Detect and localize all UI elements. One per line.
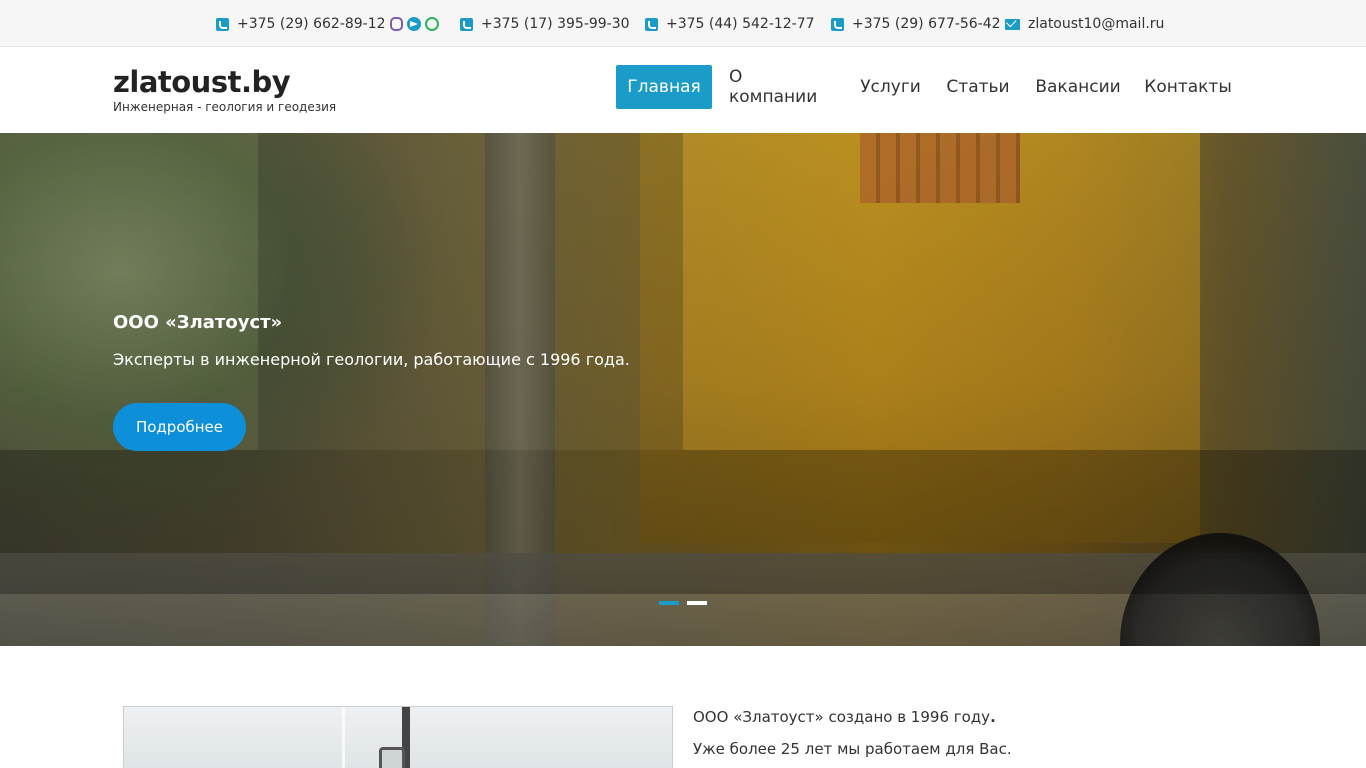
site-header: zlatoust.by Инженерная - геология и геод… (0, 47, 1366, 133)
about-text-line-1-end: . (990, 708, 996, 726)
hero-slider: ООО «Златоуст» Эксперты в инженерной гео… (0, 133, 1366, 646)
hero-background-panel (258, 133, 683, 450)
about-text-line-1: ООО «Златоуст» создано в 1996 году. (693, 708, 996, 726)
contact-phone-4-text[interactable]: +375 (29) 677-56-42 (852, 16, 1001, 32)
contact-email-text[interactable]: zlatoust10@mail.ru (1028, 16, 1164, 32)
site-logo[interactable]: zlatoust.by (113, 65, 291, 99)
nav-item-services[interactable]: Услуги (848, 65, 933, 109)
hero-caption-shade (0, 450, 1366, 594)
contact-phone-3[interactable]: +375 (44) 542-12-77 (645, 14, 815, 34)
mail-icon (1005, 18, 1020, 30)
nav-item-home[interactable]: Главная (616, 65, 712, 109)
nav-item-about[interactable]: О компании (715, 65, 845, 109)
about-text-line-1-main: ООО «Златоуст» создано в 1996 году (693, 708, 991, 726)
hero-more-button[interactable]: Подробнее (113, 403, 246, 451)
phone-icon (831, 17, 844, 31)
hero-title: ООО «Златоуст» (113, 312, 283, 333)
phone-icon (460, 17, 473, 31)
about-text-line-2: Уже более 25 лет мы работаем для Вас. (693, 740, 1012, 758)
whatsapp-icon[interactable] (424, 17, 439, 31)
phone-icon (216, 17, 229, 31)
contact-phone-1[interactable]: +375 (29) 662-89-12 (216, 14, 439, 34)
slider-dot-2[interactable] (687, 601, 707, 605)
phone-icon (645, 17, 658, 31)
contact-phone-4[interactable]: +375 (29) 677-56-42 (831, 14, 1001, 34)
contact-phone-3-text[interactable]: +375 (44) 542-12-77 (666, 16, 815, 32)
about-photo (123, 706, 673, 768)
site-tagline: Инженерная - геология и геодезия (113, 100, 337, 114)
photo-mast (342, 707, 345, 768)
contact-phone-1-text[interactable]: +375 (29) 662-89-12 (237, 16, 386, 32)
slider-dot-1[interactable] (659, 601, 679, 605)
hero-text: Эксперты в инженерной геологии, работающ… (113, 350, 630, 369)
contact-phone-2-text[interactable]: +375 (17) 395-99-30 (481, 16, 630, 32)
nav-item-vacancies[interactable]: Вакансии (1024, 65, 1132, 109)
top-contact-bar: +375 (29) 662-89-12 +375 (17) 395-99-30 … (0, 0, 1366, 47)
contact-email[interactable]: zlatoust10@mail.ru (1005, 14, 1164, 34)
viber-icon[interactable] (389, 17, 403, 31)
nav-item-articles[interactable]: Статьи (936, 65, 1020, 109)
telegram-icon[interactable] (406, 17, 421, 31)
photo-instrument (379, 747, 405, 768)
nav-item-contacts[interactable]: Контакты (1135, 65, 1241, 109)
contact-phone-2[interactable]: +375 (17) 395-99-30 (460, 14, 630, 34)
hero-background-pipes (860, 133, 1020, 203)
